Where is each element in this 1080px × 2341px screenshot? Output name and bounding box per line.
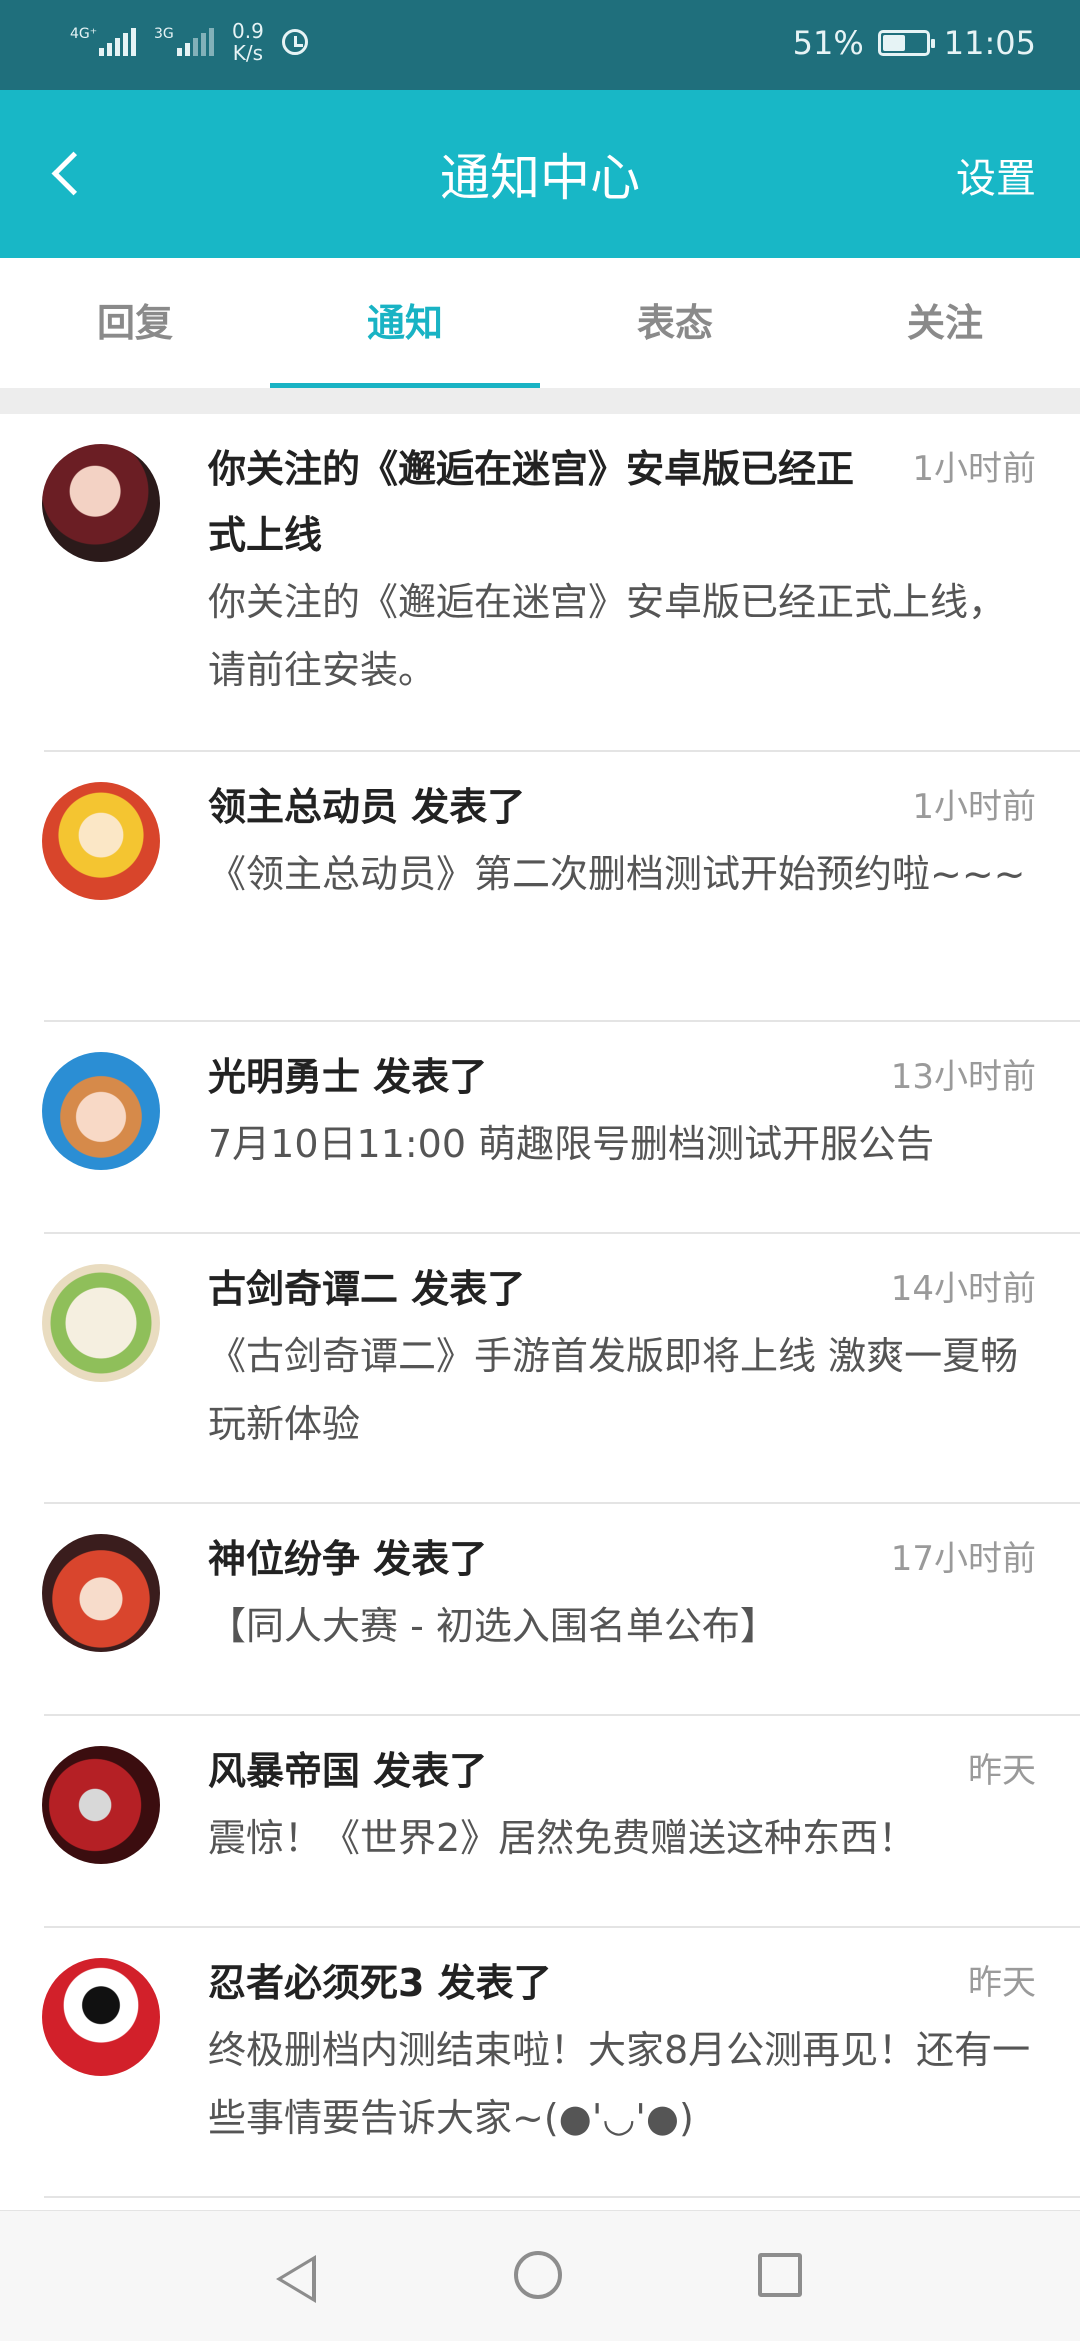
notification-time: 昨天	[968, 1751, 1036, 1791]
tab-bar: 回复 通知 表态 关注	[0, 258, 1080, 388]
status-bar: 4G⁺ 3G 0.9 K/s 51% 11:05	[0, 0, 1080, 90]
avatar	[42, 444, 160, 562]
net-speed: 0.9 K/s	[232, 20, 264, 64]
notification-time: 13小时前	[890, 1057, 1036, 1097]
list-item[interactable]: 光明勇士 发表了 13小时前 7月10日11:00 萌趣限号删档测试开服公告	[0, 1022, 1080, 1234]
net-speed-value: 0.9	[232, 19, 264, 43]
nav-recents-icon[interactable]	[758, 2253, 802, 2297]
tab-replies[interactable]: 回复	[0, 258, 270, 388]
signal-3g-label: 3G	[154, 26, 174, 42]
notification-time: 昨天	[968, 1963, 1036, 2003]
signal-4g-label: 4G⁺	[70, 26, 98, 42]
divider	[44, 2196, 1080, 2198]
tab-notifications[interactable]: 通知	[270, 258, 540, 388]
notification-body: 震惊！《世界2》居然免费赠送这种东西！	[208, 1816, 917, 1860]
list-item[interactable]: 风暴帝国 发表了 昨天 震惊！《世界2》居然免费赠送这种东西！	[0, 1716, 1080, 1928]
section-divider	[0, 388, 1080, 414]
notification-body: 《古剑奇谭二》手游首发版即将上线 激爽一夏畅玩新体验	[208, 1334, 1019, 1446]
settings-button[interactable]: 设置	[956, 146, 1036, 204]
notification-body: 《领主总动员》第二次删档测试开始预约啦~~~	[208, 852, 1026, 896]
avatar	[42, 1264, 160, 1382]
notification-time: 1小时前	[912, 787, 1036, 827]
alarm-icon	[281, 29, 308, 55]
page-title: 通知中心	[440, 149, 640, 207]
avatar	[42, 1534, 160, 1652]
battery-percent: 51%	[792, 24, 864, 62]
notification-title: 风暴帝国 发表了	[208, 1749, 488, 1793]
list-item[interactable]: 古剑奇谭二 发表了 14小时前 《古剑奇谭二》手游首发版即将上线 激爽一夏畅玩新…	[0, 1234, 1080, 1504]
nav-home-icon[interactable]	[514, 2251, 562, 2299]
battery-icon	[877, 30, 935, 56]
tab-following[interactable]: 关注	[810, 258, 1080, 388]
notification-body: 你关注的《邂逅在迷宫》安卓版已经正式上线，请前往安装。	[208, 580, 1007, 692]
list-item[interactable]: 忍者必须死3 发表了 昨天 终极删档内测结束啦！大家8月公测再见！还有一些事情要…	[0, 1928, 1080, 2198]
avatar	[42, 782, 160, 900]
notification-body: 7月10日11:00 萌趣限号删档测试开服公告	[208, 1122, 935, 1166]
nav-back-icon[interactable]	[276, 2255, 316, 2303]
net-speed-unit: K/s	[232, 41, 264, 65]
notification-body: 终极删档内测结束啦！大家8月公测再见！还有一些事情要告诉大家~(●'◡'●)	[208, 2028, 1031, 2140]
notification-title: 忍者必须死3 发表了	[208, 1961, 552, 2005]
signal-4g-icon: 4G⁺	[70, 26, 136, 56]
notification-time: 17小时前	[890, 1539, 1036, 1579]
avatar	[42, 1746, 160, 1864]
notification-time: 1小时前	[912, 449, 1036, 489]
clock: 11:05	[943, 24, 1036, 62]
system-nav-bar	[0, 2210, 1080, 2341]
notification-time: 14小时前	[890, 1269, 1036, 1309]
list-item[interactable]: 神位纷争 发表了 17小时前 【同人大赛 - 初选入围名单公布】	[0, 1504, 1080, 1716]
avatar	[42, 1052, 160, 1170]
avatar	[42, 1958, 160, 2076]
list-item[interactable]: 领主总动员 发表了 1小时前 《领主总动员》第二次删档测试开始预约啦~~~	[0, 752, 1080, 1022]
notification-list: 你关注的《邂逅在迷宫》安卓版已经正式上线 1小时前 你关注的《邂逅在迷宫》安卓版…	[0, 414, 1080, 2198]
app-header: 通知中心 设置	[0, 90, 1080, 258]
list-item[interactable]: 你关注的《邂逅在迷宫》安卓版已经正式上线 1小时前 你关注的《邂逅在迷宫》安卓版…	[0, 414, 1080, 752]
signal-3g-icon: 3G	[154, 26, 214, 56]
notification-body: 【同人大赛 - 初选入围名单公布】	[208, 1604, 778, 1648]
tab-reactions[interactable]: 表态	[540, 258, 810, 388]
